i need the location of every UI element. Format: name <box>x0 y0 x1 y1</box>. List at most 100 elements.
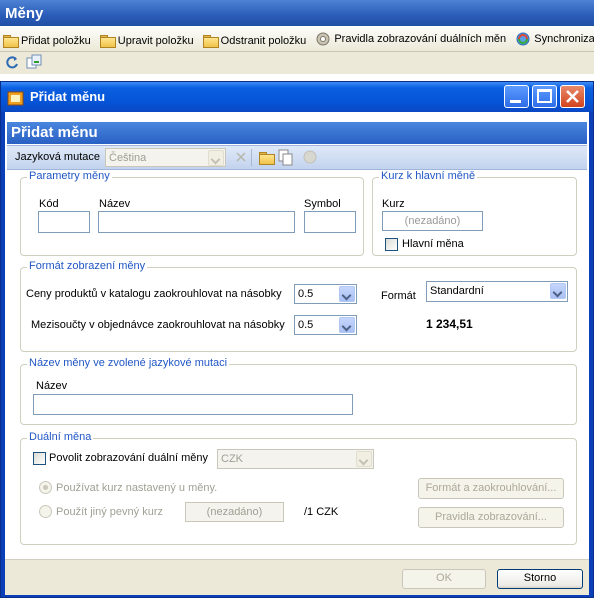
maximize-icon <box>537 89 552 103</box>
refresh-icon[interactable] <box>5 55 19 69</box>
chevron-down-icon <box>339 286 355 302</box>
chevron-down-icon <box>208 150 224 166</box>
code-label: Kód <box>39 198 59 210</box>
ok-button[interactable]: OK <box>402 569 486 589</box>
close-button[interactable] <box>560 85 585 108</box>
format-select[interactable]: Standardní <box>426 281 568 302</box>
symbol-input[interactable] <box>304 211 356 233</box>
use-fixed-rate-radio[interactable] <box>39 505 52 518</box>
toolbar-dual-rules-label: Pravidla zobrazování duálních měn <box>334 33 507 45</box>
header-title: Přidat měnu <box>7 122 587 144</box>
toolbar-separator <box>251 149 252 166</box>
chevron-down-icon <box>356 451 372 467</box>
dual-currency-legend: Duální měna <box>27 431 94 443</box>
edit-folder-icon <box>99 35 116 48</box>
code-input[interactable] <box>38 211 90 233</box>
use-currency-rate-radio[interactable] <box>39 481 52 494</box>
name-input[interactable] <box>98 211 295 233</box>
dual-currency-select[interactable]: CZK <box>217 449 374 469</box>
dual-currency-group: Duální měna Povolit zobrazování duální m… <box>20 431 577 545</box>
main-currency-checkbox[interactable] <box>385 238 398 251</box>
catalog-rounding-select[interactable]: 0.5 <box>294 284 357 304</box>
language-select[interactable]: Čeština <box>105 148 226 167</box>
localized-name-input[interactable] <box>33 394 353 415</box>
rate-input[interactable]: (nezadáno) <box>382 211 483 231</box>
export-icon[interactable] <box>26 54 42 70</box>
app-title-bar: Měny <box>0 0 594 26</box>
clear-icon[interactable] <box>235 151 247 163</box>
sync-icon <box>516 32 530 46</box>
toolbar-sync-label: Synchronizace m <box>534 33 594 45</box>
cancel-button[interactable]: Storno <box>497 569 583 589</box>
language-label: Jazyková mutace <box>15 151 100 163</box>
order-rounding-value: 0.5 <box>298 319 314 331</box>
order-rounding-select[interactable]: 0.5 <box>294 315 357 335</box>
toolbar-dual-rules-button[interactable]: Pravidla zobrazování duálních měn <box>312 27 509 51</box>
dialog-body: Přidat měnu Jazyková mutace Čeština Para… <box>5 112 589 595</box>
display-format-group: Formát zobrazení měny Ceny produktů v ka… <box>20 260 577 352</box>
toolbar-delete-item-label: Odstranit položku <box>220 35 307 47</box>
delete-language-icon[interactable] <box>303 150 318 165</box>
catalog-rounding-value: 0.5 <box>298 288 314 300</box>
format-value: Standardní <box>430 285 484 297</box>
close-icon <box>566 90 579 103</box>
toolbar-edit-item-label: Upravit položku <box>117 35 194 47</box>
dialog-title: Přidat měnu <box>30 89 106 104</box>
dialog-button-bar: OK Storno <box>5 559 589 595</box>
toolbar-add-item-button[interactable]: Přidat položku <box>0 29 94 51</box>
minimize-icon <box>510 100 521 103</box>
fixed-rate-suffix: /1 CZK <box>304 506 339 518</box>
format-label: Formát <box>381 290 416 302</box>
format-preview: 1 234,51 <box>426 317 473 331</box>
gear-icon <box>316 32 330 46</box>
app-title: Měny <box>5 5 44 22</box>
enable-dual-label: Povolit zobrazování duální měny <box>49 452 208 464</box>
main-currency-label: Hlavní měna <box>402 238 464 250</box>
add-currency-dialog: Přidat měnu Přidat měnu Jazyková mutace … <box>0 81 594 598</box>
currency-app-icon <box>7 91 24 106</box>
chevron-down-icon <box>339 317 355 333</box>
dual-currency-value: CZK <box>221 453 243 465</box>
fixed-rate-input[interactable]: (nezadáno) <box>185 502 284 522</box>
language-bar: Jazyková mutace Čeština <box>7 145 587 170</box>
localized-name-legend: Název měny ve zvolené jazykové mutaci <box>27 357 230 369</box>
exchange-rate-legend: Kurz k hlavní měně <box>379 170 478 182</box>
toolbar-sync-button[interactable]: Synchronizace m <box>512 27 594 51</box>
minimize-button[interactable] <box>504 85 529 108</box>
app-toolbar: Přidat položku Upravit položku Odstranit… <box>0 26 594 52</box>
rate-placeholder: (nezadáno) <box>404 215 461 227</box>
delete-folder-icon <box>202 35 219 48</box>
use-currency-rate-label: Používat kurz nastavený u měny. <box>56 482 218 494</box>
currency-params-legend: Parametry měny <box>27 170 112 182</box>
name-label: Název <box>99 198 131 210</box>
chevron-down-icon <box>550 283 566 299</box>
enable-dual-checkbox[interactable] <box>33 452 46 465</box>
localized-name-label: Název <box>36 380 68 392</box>
display-format-legend: Formát zobrazení měny <box>27 260 148 272</box>
toolbar-delete-item-button[interactable]: Odstranit položku <box>200 29 310 51</box>
add-folder-icon <box>3 35 19 48</box>
exchange-rate-group: Kurz k hlavní měně Kurz (nezadáno) Hlavn… <box>372 170 577 256</box>
display-rules-button[interactable]: Pravidla zobrazování... <box>418 507 564 528</box>
display-rules-button-label: Pravidla zobrazování... <box>435 511 547 523</box>
maximize-button[interactable] <box>532 85 557 108</box>
language-value: Čeština <box>109 152 147 164</box>
cancel-button-label: Storno <box>523 572 557 584</box>
toolbar-add-item-label: Přidat položku <box>21 35 91 47</box>
symbol-label: Symbol <box>304 198 341 210</box>
app-secondary-toolbar <box>0 52 594 74</box>
use-fixed-rate-label: Použít jiný pevný kurz <box>56 506 163 518</box>
format-rounding-button-label: Formát a zaokrouhlování... <box>425 482 557 494</box>
format-rounding-button[interactable]: Formát a zaokrouhlování... <box>418 478 564 499</box>
toolbar-edit-item-button[interactable]: Upravit položku <box>97 29 197 51</box>
dialog-title-bar[interactable]: Přidat měnu <box>1 82 593 112</box>
localized-name-group: Název měny ve zvolené jazykové mutaci Ná… <box>20 357 577 425</box>
add-language-icon[interactable] <box>259 152 275 165</box>
ok-button-label: OK <box>436 572 452 584</box>
dialog-header: Přidat měnu Jazyková mutace Čeština <box>5 117 589 171</box>
order-rounding-label: Mezisoučty v objednávce zaokrouhlovat na… <box>31 319 285 331</box>
currency-params-group: Parametry měny Kód Název Symbol <box>20 170 364 256</box>
fixed-rate-placeholder: (nezadáno) <box>206 506 263 518</box>
catalog-rounding-label: Ceny produktů v katalogu zaokrouhlovat n… <box>26 288 282 300</box>
copy-icon[interactable] <box>278 149 294 166</box>
